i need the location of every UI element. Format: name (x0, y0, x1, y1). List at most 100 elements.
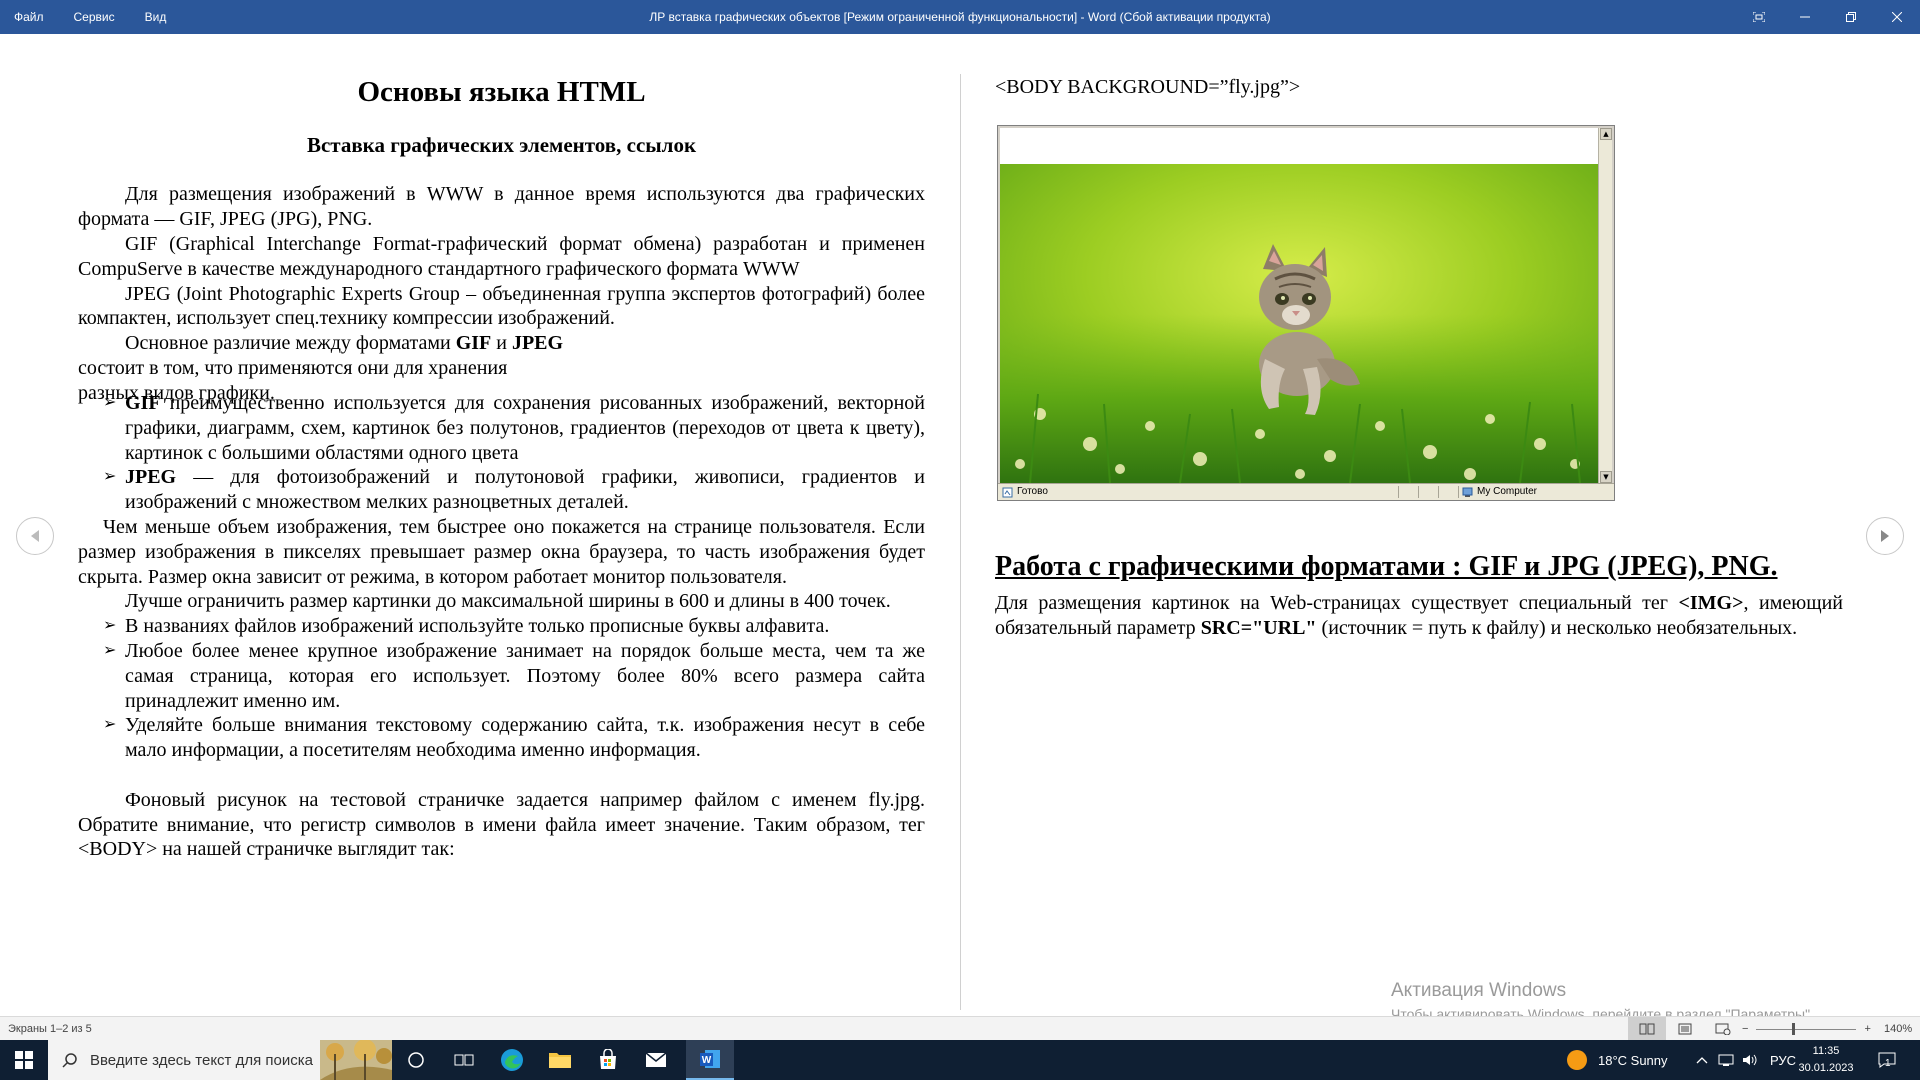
zoom-in-icon[interactable]: + (1864, 1023, 1870, 1035)
page-subheading: Вставка графических элементов, ссылок (306, 133, 697, 157)
arrow-left-icon (31, 530, 39, 542)
web-layout-icon (1715, 1023, 1731, 1035)
scroll-up-icon: ▲ (1600, 128, 1612, 140)
minimize-button[interactable] (1782, 0, 1828, 34)
read-mode-button[interactable] (1628, 1017, 1666, 1041)
arrow-bullet-icon: ➢ (103, 641, 117, 659)
weather-widget[interactable]: 18°C Sunny (1566, 1040, 1668, 1080)
file-explorer-button[interactable] (536, 1040, 584, 1080)
list-item: ➢ GIF преимущественно используется для с… (103, 392, 925, 464)
view-buttons (1628, 1017, 1742, 1041)
intro-paragraph: Для размещения изображений в WWW в данно… (78, 183, 925, 230)
word-button[interactable]: W (686, 1040, 734, 1080)
page-heading: Основы языка HTML (357, 76, 646, 108)
menu-file[interactable]: Файл (14, 10, 44, 24)
size-paragraph: Чем меньше объем изображения, тем быстре… (78, 515, 925, 588)
menu-view[interactable]: Вид (145, 10, 167, 24)
scroll-down-icon: ▼ (1600, 471, 1612, 483)
title-bar: Файл Сервис Вид ЛР вставка графических о… (0, 0, 1920, 34)
mail-button[interactable] (632, 1040, 680, 1080)
cortana-button[interactable] (392, 1040, 440, 1080)
zoom-slider[interactable] (1756, 1022, 1857, 1035)
notification-count: 1 (1885, 1057, 1891, 1069)
arrow-bullet-icon: ➢ (103, 394, 117, 411)
img-tag-paragraph: Для размещения картинок на Web-страницах… (995, 592, 1843, 639)
browser-zone-text: My Computer (1477, 486, 1538, 497)
notifications-button[interactable]: 1 (1878, 1040, 1896, 1080)
web-layout-button[interactable] (1704, 1017, 1742, 1041)
task-view-button[interactable] (440, 1040, 488, 1080)
arrow-bullet-icon: ➢ (103, 468, 117, 486)
folder-icon (549, 1053, 571, 1068)
menu-tools[interactable]: Сервис (74, 10, 115, 24)
task-view-icon (454, 1054, 474, 1066)
start-button[interactable] (0, 1040, 48, 1080)
section-heading: Работа с графическими форматами : GIF и … (995, 551, 1778, 582)
windows-logo-icon (15, 1051, 33, 1069)
mail-icon (645, 1052, 667, 1067)
store-button[interactable] (584, 1040, 632, 1080)
difference-line: Основное различие между форматами GIF и … (125, 332, 564, 355)
minimize-icon (1800, 16, 1810, 18)
browser-status-bar: Готово My Computer (998, 483, 1614, 500)
network-icon[interactable] (1718, 1053, 1734, 1067)
edge-icon (501, 1049, 523, 1071)
page-icon (1002, 487, 1013, 497)
kitten-photo (1000, 164, 1598, 483)
word-status-bar: Экраны 1–2 из 5 − + 140% (0, 1016, 1920, 1041)
arrow-bullet-icon: ➢ (103, 716, 117, 734)
edge-button[interactable] (488, 1040, 536, 1080)
close-icon (1892, 12, 1902, 22)
page-counter: Экраны 1–2 из 5 (8, 1023, 92, 1035)
window-controls (1736, 0, 1920, 34)
list-item: ➢ Любое более менее крупное изображение … (103, 639, 925, 712)
zoom-level[interactable]: 140% (1884, 1017, 1912, 1041)
arrow-right-icon (1881, 530, 1889, 542)
browser-scrollbar: ▲ ▼ (1598, 128, 1612, 483)
chevron-up-icon[interactable] (1696, 1055, 1708, 1065)
browser-status-text: Готово (1017, 486, 1048, 497)
word-icon: W (700, 1050, 720, 1068)
fullscreen-icon (1753, 12, 1765, 22)
close-button[interactable] (1874, 0, 1920, 34)
store-icon (600, 1049, 616, 1069)
list-item: ➢ Уделяйте больше внимания текстовому со… (103, 714, 925, 762)
book-icon (1639, 1023, 1655, 1035)
taskbar-search[interactable]: Введите здесь текст для поиска (48, 1040, 392, 1080)
window-title: ЛР вставка графических объектов [Режим о… (649, 10, 1271, 24)
fullscreen-button[interactable] (1736, 0, 1782, 34)
print-layout-button[interactable] (1666, 1017, 1704, 1041)
main-text-block: ➢ GIF преимущественно используется для с… (78, 391, 925, 862)
zoom-control: − + (1742, 1017, 1871, 1041)
svg-text:W: W (702, 1055, 712, 1066)
clock[interactable]: 11:35 30.01.2023 (1788, 1043, 1864, 1077)
previous-screen-button[interactable] (16, 517, 54, 555)
page-layout-icon (1678, 1023, 1692, 1035)
formats-block: GIF (Graphical Interchange Format-графич… (78, 232, 925, 406)
search-highlight-image (320, 1040, 392, 1080)
zoom-out-icon[interactable]: − (1742, 1023, 1748, 1035)
restore-button[interactable] (1828, 0, 1874, 34)
difference-line-2: состоит в том, что применяются они для х… (78, 356, 508, 379)
arrow-bullet-icon: ➢ (103, 617, 117, 635)
menu-bar: Файл Сервис Вид (14, 0, 196, 34)
list-item: ➢ JPEG — для фотоизображений и полутонов… (103, 466, 925, 514)
document-area: Основы языка HTML Вставка графических эл… (0, 34, 1920, 1022)
search-placeholder: Введите здесь текст для поиска (90, 1051, 313, 1069)
restore-icon (1846, 12, 1856, 22)
gif-description: GIF (Graphical Interchange Format-графич… (78, 233, 925, 280)
taskbar: Введите здесь текст для поиска W 18°C Su… (0, 1040, 1920, 1080)
cortana-icon (408, 1052, 424, 1068)
limit-paragraph: Лучше ограничить размер картинки до макс… (125, 590, 891, 613)
next-screen-button[interactable] (1866, 517, 1904, 555)
body-tag-example: <BODY BACKGROUND=”fly.jpg”> (995, 76, 1301, 98)
list-item: ➢ В названиях файлов изображений использ… (103, 615, 830, 638)
background-paragraph: Фоновый рисунок на тестовой страничке за… (78, 788, 925, 861)
volume-icon[interactable] (1742, 1053, 1758, 1067)
browser-screenshot: ▲ ▼ Готово My Computer (997, 125, 1615, 501)
search-icon (62, 1053, 77, 1068)
jpeg-description: JPEG (Joint Photographic Experts Group –… (78, 282, 925, 330)
page-divider (960, 74, 961, 1010)
system-tray: РУС (1696, 1040, 1796, 1080)
computer-icon (1462, 487, 1473, 497)
